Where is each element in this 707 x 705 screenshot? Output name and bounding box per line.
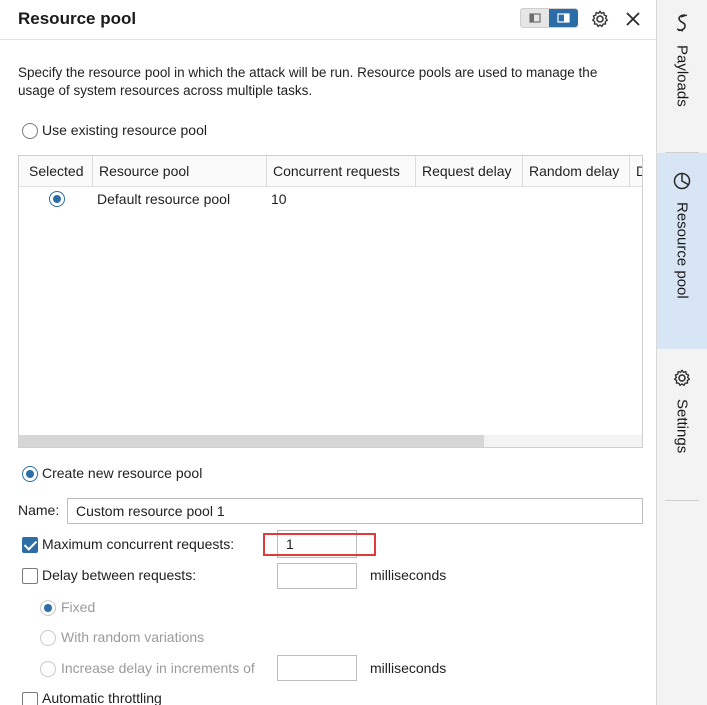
fixed-radio[interactable] (40, 600, 56, 616)
gear-icon (672, 368, 692, 393)
use-existing-radio[interactable] (22, 123, 38, 139)
horizontal-scrollbar-thumb[interactable] (19, 435, 484, 447)
max-concurrent-label: Maximum concurrent requests: (42, 536, 235, 552)
side-rail: Payloads Resource pool Settings (657, 0, 707, 705)
pool-name-input[interactable] (67, 498, 643, 524)
table-header: Selected Resource pool Concurrent reques… (19, 156, 642, 187)
column-request-delay[interactable]: Request delay (416, 156, 523, 186)
increase-delay-radio[interactable] (40, 661, 56, 677)
resource-pool-table: Selected Resource pool Concurrent reques… (18, 155, 643, 448)
max-concurrent-checkbox[interactable] (22, 537, 38, 553)
column-concurrent-requests[interactable]: Concurrent requests (267, 156, 416, 186)
auto-throttle-checkbox[interactable] (22, 692, 38, 705)
tab-payloads-label: Payloads (673, 45, 691, 107)
tab-settings[interactable]: Settings (657, 350, 707, 500)
tab-settings-label: Settings (673, 399, 691, 454)
highlight-box (263, 533, 376, 556)
panel-header: Resource pool (0, 0, 656, 40)
column-d[interactable]: D (630, 156, 642, 186)
increase-delay-label: Increase delay in increments of (61, 660, 255, 676)
increase-delay-input[interactable] (277, 655, 357, 681)
layout-split-left-icon[interactable] (521, 9, 549, 27)
pie-chart-icon (672, 171, 692, 196)
panel-title: Resource pool (18, 9, 137, 28)
column-random-delay[interactable]: Random delay (523, 156, 630, 186)
name-label: Name: (18, 502, 60, 518)
column-resource-pool[interactable]: Resource pool (93, 156, 267, 186)
increase-ms-label: milliseconds (370, 660, 447, 676)
delay-between-label: Delay between requests: (42, 567, 197, 583)
random-variations-label: With random variations (61, 629, 205, 645)
delay-between-checkbox[interactable] (22, 568, 38, 584)
create-new-label: Create new resource pool (42, 465, 203, 481)
layout-split-right-icon[interactable] (549, 9, 578, 27)
close-icon[interactable] (622, 8, 644, 30)
column-selected[interactable]: Selected (19, 156, 93, 186)
delay-between-input[interactable] (277, 563, 357, 589)
payloads-icon (672, 12, 692, 39)
delay-ms-label: milliseconds (370, 567, 447, 583)
tab-payloads[interactable]: Payloads (657, 0, 707, 152)
row-selected-radio[interactable] (49, 191, 65, 207)
tab-resource-pool[interactable]: Resource pool (657, 153, 707, 349)
rail-separator (665, 500, 699, 501)
layout-toggle[interactable] (520, 8, 578, 28)
tab-resource-pool-label: Resource pool (673, 202, 691, 299)
screen: Resource pool Specify the resource pool … (0, 0, 707, 705)
create-new-radio[interactable] (22, 466, 38, 482)
cell-resource-pool: Default resource pool (97, 191, 231, 207)
use-existing-label: Use existing resource pool (42, 122, 207, 138)
auto-throttle-label: Automatic throttling (42, 690, 162, 705)
resource-pool-panel: Resource pool Specify the resource pool … (0, 0, 657, 705)
panel-description: Specify the resource pool in which the a… (18, 65, 598, 98)
fixed-label: Fixed (61, 599, 96, 615)
cell-concurrent-requests: 10 (271, 191, 287, 207)
gear-icon[interactable] (589, 8, 611, 30)
random-variations-radio[interactable] (40, 630, 56, 646)
